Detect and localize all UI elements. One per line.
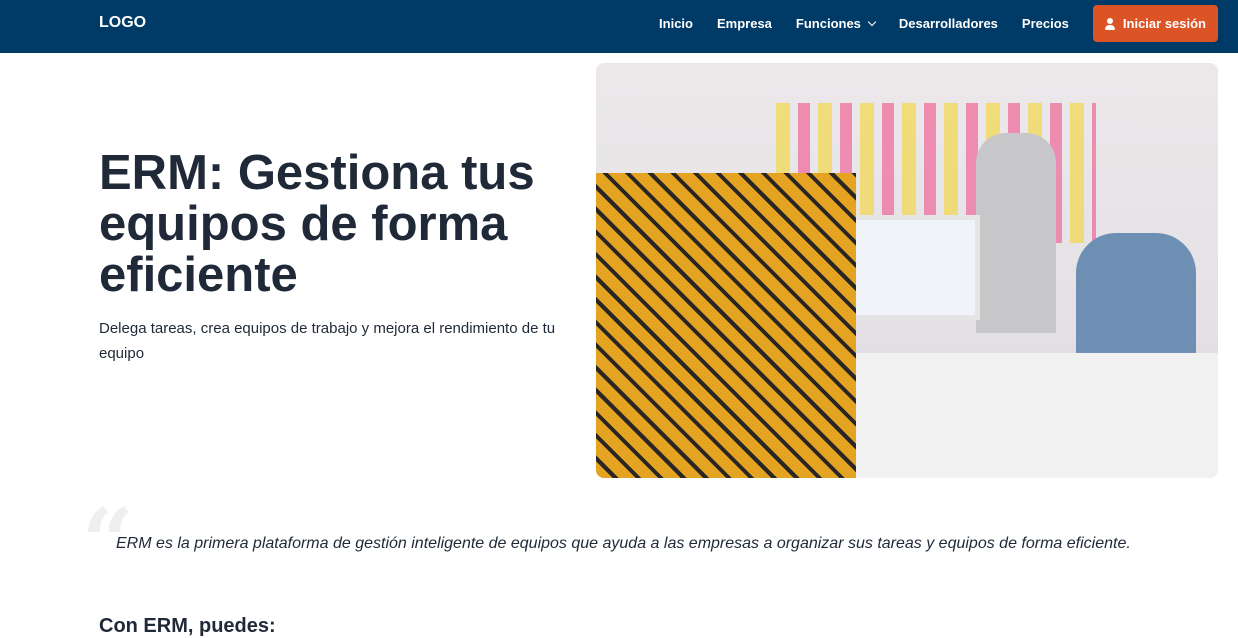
hero-title: ERM: Gestiona tus equipos de forma efici… — [99, 146, 535, 302]
logo[interactable]: LOGO — [99, 14, 146, 32]
user-icon — [1104, 17, 1115, 30]
chevron-down-icon — [867, 17, 877, 26]
person-plaid-shirt — [596, 173, 856, 478]
nav-desarrolladores[interactable]: Desarrolladores — [899, 16, 998, 31]
nav-inicio[interactable]: Inicio — [659, 16, 693, 31]
top-navbar: LOGO Inicio Empresa Funciones Desarrolla… — [0, 0, 1238, 53]
features-heading: Con ERM, puedes: — [99, 615, 276, 637]
login-label: Iniciar sesión — [1122, 16, 1206, 31]
hero-image — [596, 63, 1218, 478]
person-presenter — [976, 133, 1056, 333]
nav-funciones[interactable]: Funciones — [795, 16, 877, 31]
login-button[interactable]: Iniciar sesión — [1092, 5, 1218, 42]
nav-precios[interactable]: Precios — [1022, 16, 1069, 31]
quote-text: ERM es la primera plataforma de gestión … — [116, 535, 1131, 552]
hero-subtitle: Delega tareas, crea equipos de trabajo y… — [99, 320, 556, 362]
nav-funciones-label: Funciones — [795, 16, 861, 31]
nav-empresa[interactable]: Empresa — [717, 16, 772, 31]
nav-links: Inicio Empresa Funciones Desarrolladores… — [635, 5, 1218, 42]
